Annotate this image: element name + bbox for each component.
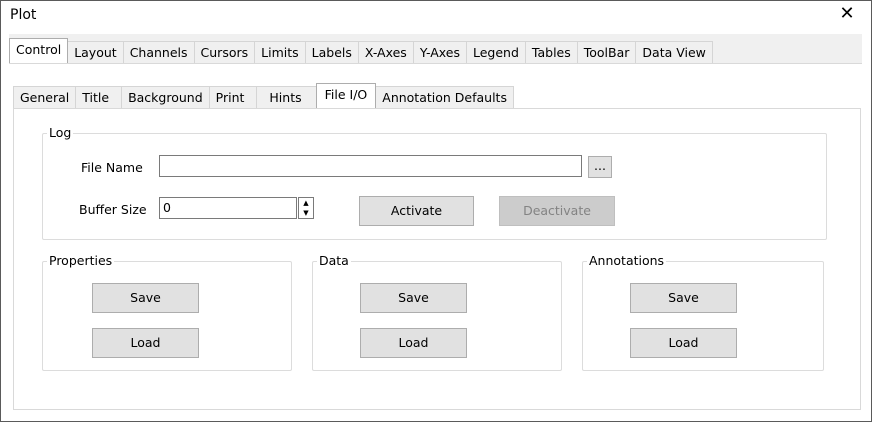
annotations-load-button[interactable]: Load <box>630 328 737 358</box>
spin-down-icon[interactable]: ▼ <box>299 208 313 218</box>
outer-tab-strip: Control Layout Channels Cursors Limits L… <box>9 38 713 63</box>
file-name-label: File Name <box>81 160 143 175</box>
tab-print[interactable]: Print <box>208 86 258 108</box>
window-title: Plot <box>10 7 37 23</box>
tab-y-axes[interactable]: Y-Axes <box>412 41 467 63</box>
data-group-label: Data <box>317 253 351 268</box>
tab-toolbar[interactable]: ToolBar <box>576 41 637 63</box>
tab-file-io[interactable]: File I/O <box>315 83 377 108</box>
spin-up-icon[interactable]: ▲ <box>299 198 313 208</box>
tab-labels[interactable]: Labels <box>304 41 359 63</box>
tab-general[interactable]: General <box>13 86 77 108</box>
inner-tab-strip: General Title Background Print Hints Fil… <box>13 83 514 108</box>
log-group-label: Log <box>47 125 74 140</box>
properties-save-button[interactable]: Save <box>92 283 199 313</box>
plot-dialog: Plot ✕ Control Layout Channels Cursors L… <box>0 0 872 422</box>
file-io-panel: Log File Name ... Buffer Size 0 ▲ ▼ Acti… <box>13 108 861 410</box>
log-group: Log File Name ... Buffer Size 0 ▲ ▼ Acti… <box>42 125 827 240</box>
tab-hints[interactable]: Hints <box>256 86 317 108</box>
properties-load-button[interactable]: Load <box>92 328 199 358</box>
buffer-size-spinner[interactable]: ▲ ▼ <box>298 197 314 219</box>
activate-button[interactable]: Activate <box>359 196 474 226</box>
annotations-save-button[interactable]: Save <box>630 283 737 313</box>
tab-tables[interactable]: Tables <box>524 41 578 63</box>
tab-x-axes[interactable]: X-Axes <box>357 41 414 63</box>
buffer-size-field[interactable]: 0 <box>159 197 297 219</box>
dialog-client: Control Layout Channels Cursors Limits L… <box>9 33 862 415</box>
buffer-size-label: Buffer Size <box>79 202 147 217</box>
file-name-field[interactable] <box>159 155 582 177</box>
properties-group: Properties Save Load <box>42 253 292 371</box>
data-load-button[interactable]: Load <box>360 328 467 358</box>
data-group: Data Save Load <box>312 253 562 371</box>
annotations-group-label: Annotations <box>587 253 667 268</box>
tab-annotation-defaults[interactable]: Annotation Defaults <box>375 86 514 108</box>
browse-button[interactable]: ... <box>588 156 612 178</box>
tab-channels[interactable]: Channels <box>122 41 195 63</box>
tab-data-view[interactable]: Data View <box>635 41 713 63</box>
tab-title[interactable]: Title <box>75 86 123 108</box>
properties-group-label: Properties <box>47 253 115 268</box>
tab-cursors[interactable]: Cursors <box>193 41 256 63</box>
title-bar: Plot ✕ <box>1 1 871 31</box>
close-icon[interactable]: ✕ <box>837 3 857 24</box>
tab-control[interactable]: Control <box>9 38 69 63</box>
tab-background[interactable]: Background <box>121 86 210 108</box>
data-save-button[interactable]: Save <box>360 283 467 313</box>
tab-legend[interactable]: Legend <box>465 41 526 63</box>
tab-layout[interactable]: Layout <box>67 41 124 63</box>
deactivate-button: Deactivate <box>499 196 615 226</box>
tab-limits[interactable]: Limits <box>254 41 306 63</box>
annotations-group: Annotations Save Load <box>582 253 824 371</box>
